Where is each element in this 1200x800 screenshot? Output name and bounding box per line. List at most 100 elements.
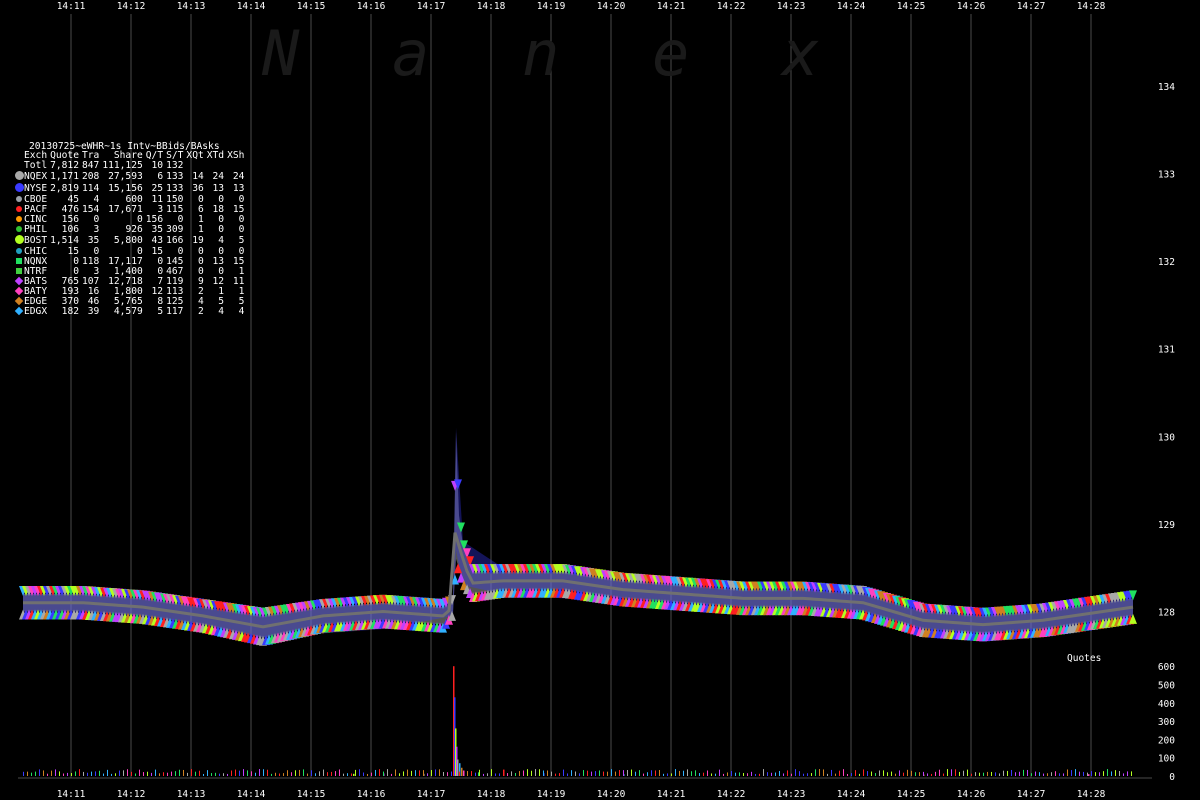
quotes-bar-small [419, 770, 420, 776]
quotes-bar-small [223, 773, 224, 776]
x-tick-label: 14:28 [1077, 789, 1106, 800]
quotes-bar-small [439, 769, 440, 776]
quotes-bar-small [175, 771, 176, 776]
quotes-bar-small [979, 772, 980, 776]
quotes-bar-small [867, 771, 868, 776]
quotes-bar-small [179, 769, 180, 776]
quotes-bar-small [967, 769, 968, 776]
quotes-bar-small [243, 769, 244, 776]
x-tick-label: 14:14 [237, 1, 266, 12]
quotes-bar-small [611, 769, 612, 776]
quotes-bar-small [407, 769, 408, 776]
quotes-bar-small [455, 769, 456, 776]
quotes-bar-small [595, 771, 596, 776]
quotes-bar-small [27, 771, 28, 776]
quotes-bar-small [895, 773, 896, 776]
quotes-bar-small [311, 770, 312, 776]
quotes-bar-small [1099, 772, 1100, 776]
quotes-bar-small [591, 771, 592, 776]
quotes-bar-small [203, 773, 204, 776]
y-tick-label: 200 [1158, 735, 1175, 746]
quotes-bar-small [947, 769, 948, 776]
quotes-bar-small [451, 771, 452, 776]
quotes-bar-small [99, 770, 100, 776]
quotes-bar-small [255, 772, 256, 776]
quotes-bar-small [115, 773, 116, 776]
quotes-bar-small [827, 773, 828, 776]
quotes-bar-small [231, 770, 232, 776]
quotes-bar-small [1083, 771, 1084, 776]
quotes-bar-small [359, 769, 360, 776]
x-tick-label: 14:16 [357, 1, 386, 12]
quotes-bar-small [511, 771, 512, 776]
quotes-bar-small [1131, 771, 1132, 776]
quotes-bar-small [287, 770, 288, 776]
y-tick-label: 600 [1158, 662, 1175, 673]
quotes-bar-small [471, 771, 472, 776]
quotes-bar-small [139, 769, 140, 776]
quotes-bar-small [799, 771, 800, 776]
y-tick-label: 130 [1158, 432, 1175, 443]
quotes-bar-small [651, 770, 652, 776]
y-tick-label: 133 [1158, 170, 1175, 181]
quotes-bar-small [715, 773, 716, 776]
quotes-bar-small [95, 771, 96, 776]
y-tick-label: 0 [1169, 772, 1175, 783]
quotes-bar-small [839, 770, 840, 776]
quotes-bar [1088, 774, 1090, 776]
x-tick-label: 14:26 [957, 1, 986, 12]
quotes-bar-small [447, 772, 448, 776]
quotes-bar-small [335, 771, 336, 776]
quotes-bar-small [683, 770, 684, 776]
quotes-bar-small [891, 771, 892, 776]
quotes-bar-small [159, 773, 160, 776]
quotes-bar-small [467, 771, 468, 776]
quotes-bar-small [191, 769, 192, 776]
quotes-bar-small [711, 773, 712, 776]
legend-row-edgx: EDGX 182 39 4,579 5 117 2 4 4 [14, 307, 247, 317]
quotes-bar-small [411, 770, 412, 776]
x-tick-label: 14:23 [777, 1, 806, 12]
quotes-label: Quotes [1067, 653, 1101, 664]
quotes-bar-small [659, 770, 660, 776]
quotes-bar-small [215, 772, 216, 776]
quotes-bar-small [507, 773, 508, 776]
quotes-bar-small [415, 770, 416, 776]
quotes-bar-small [75, 771, 76, 776]
x-tick-label: 14:20 [597, 1, 626, 12]
quotes-bar-small [1079, 771, 1080, 776]
quotes-bar-small [283, 773, 284, 776]
quotes-bar-small [635, 771, 636, 776]
quotes-bar-small [431, 770, 432, 776]
quotes-bar-small [935, 771, 936, 776]
quotes-bar-small [647, 772, 648, 776]
quotes-bar-small [259, 769, 260, 776]
quotes-bar-small [327, 772, 328, 776]
x-tick-label: 14:24 [837, 789, 866, 800]
quotes-bar-small [43, 770, 44, 776]
quotes-bar-small [603, 771, 604, 776]
quotes-bar-small [759, 773, 760, 776]
quotes-bar-small [47, 773, 48, 776]
x-tick-label: 14:13 [177, 789, 206, 800]
quotes-bar-small [807, 773, 808, 776]
quotes-bar-small [991, 771, 992, 776]
quotes-bar-small [487, 773, 488, 776]
x-tick-label: 14:16 [357, 789, 386, 800]
x-tick-label: 14:22 [717, 789, 746, 800]
x-tick-label: 14:28 [1077, 1, 1106, 12]
quotes-bar-small [999, 773, 1000, 776]
quotes-bar-small [319, 771, 320, 776]
quotes-bar-small [599, 770, 600, 776]
quotes-bar-small [123, 770, 124, 776]
quotes-bar-small [307, 773, 308, 776]
quotes-bar-small [367, 773, 368, 776]
quotes-bar-small [587, 770, 588, 776]
quotes-bar-small [299, 769, 300, 776]
quotes-bar-small [563, 769, 564, 776]
quotes-bar-small [71, 773, 72, 776]
quotes-bar-small [339, 769, 340, 776]
quotes-bar-small [199, 770, 200, 776]
quotes-bar-small [743, 773, 744, 776]
watermark-letter: e [652, 17, 689, 90]
